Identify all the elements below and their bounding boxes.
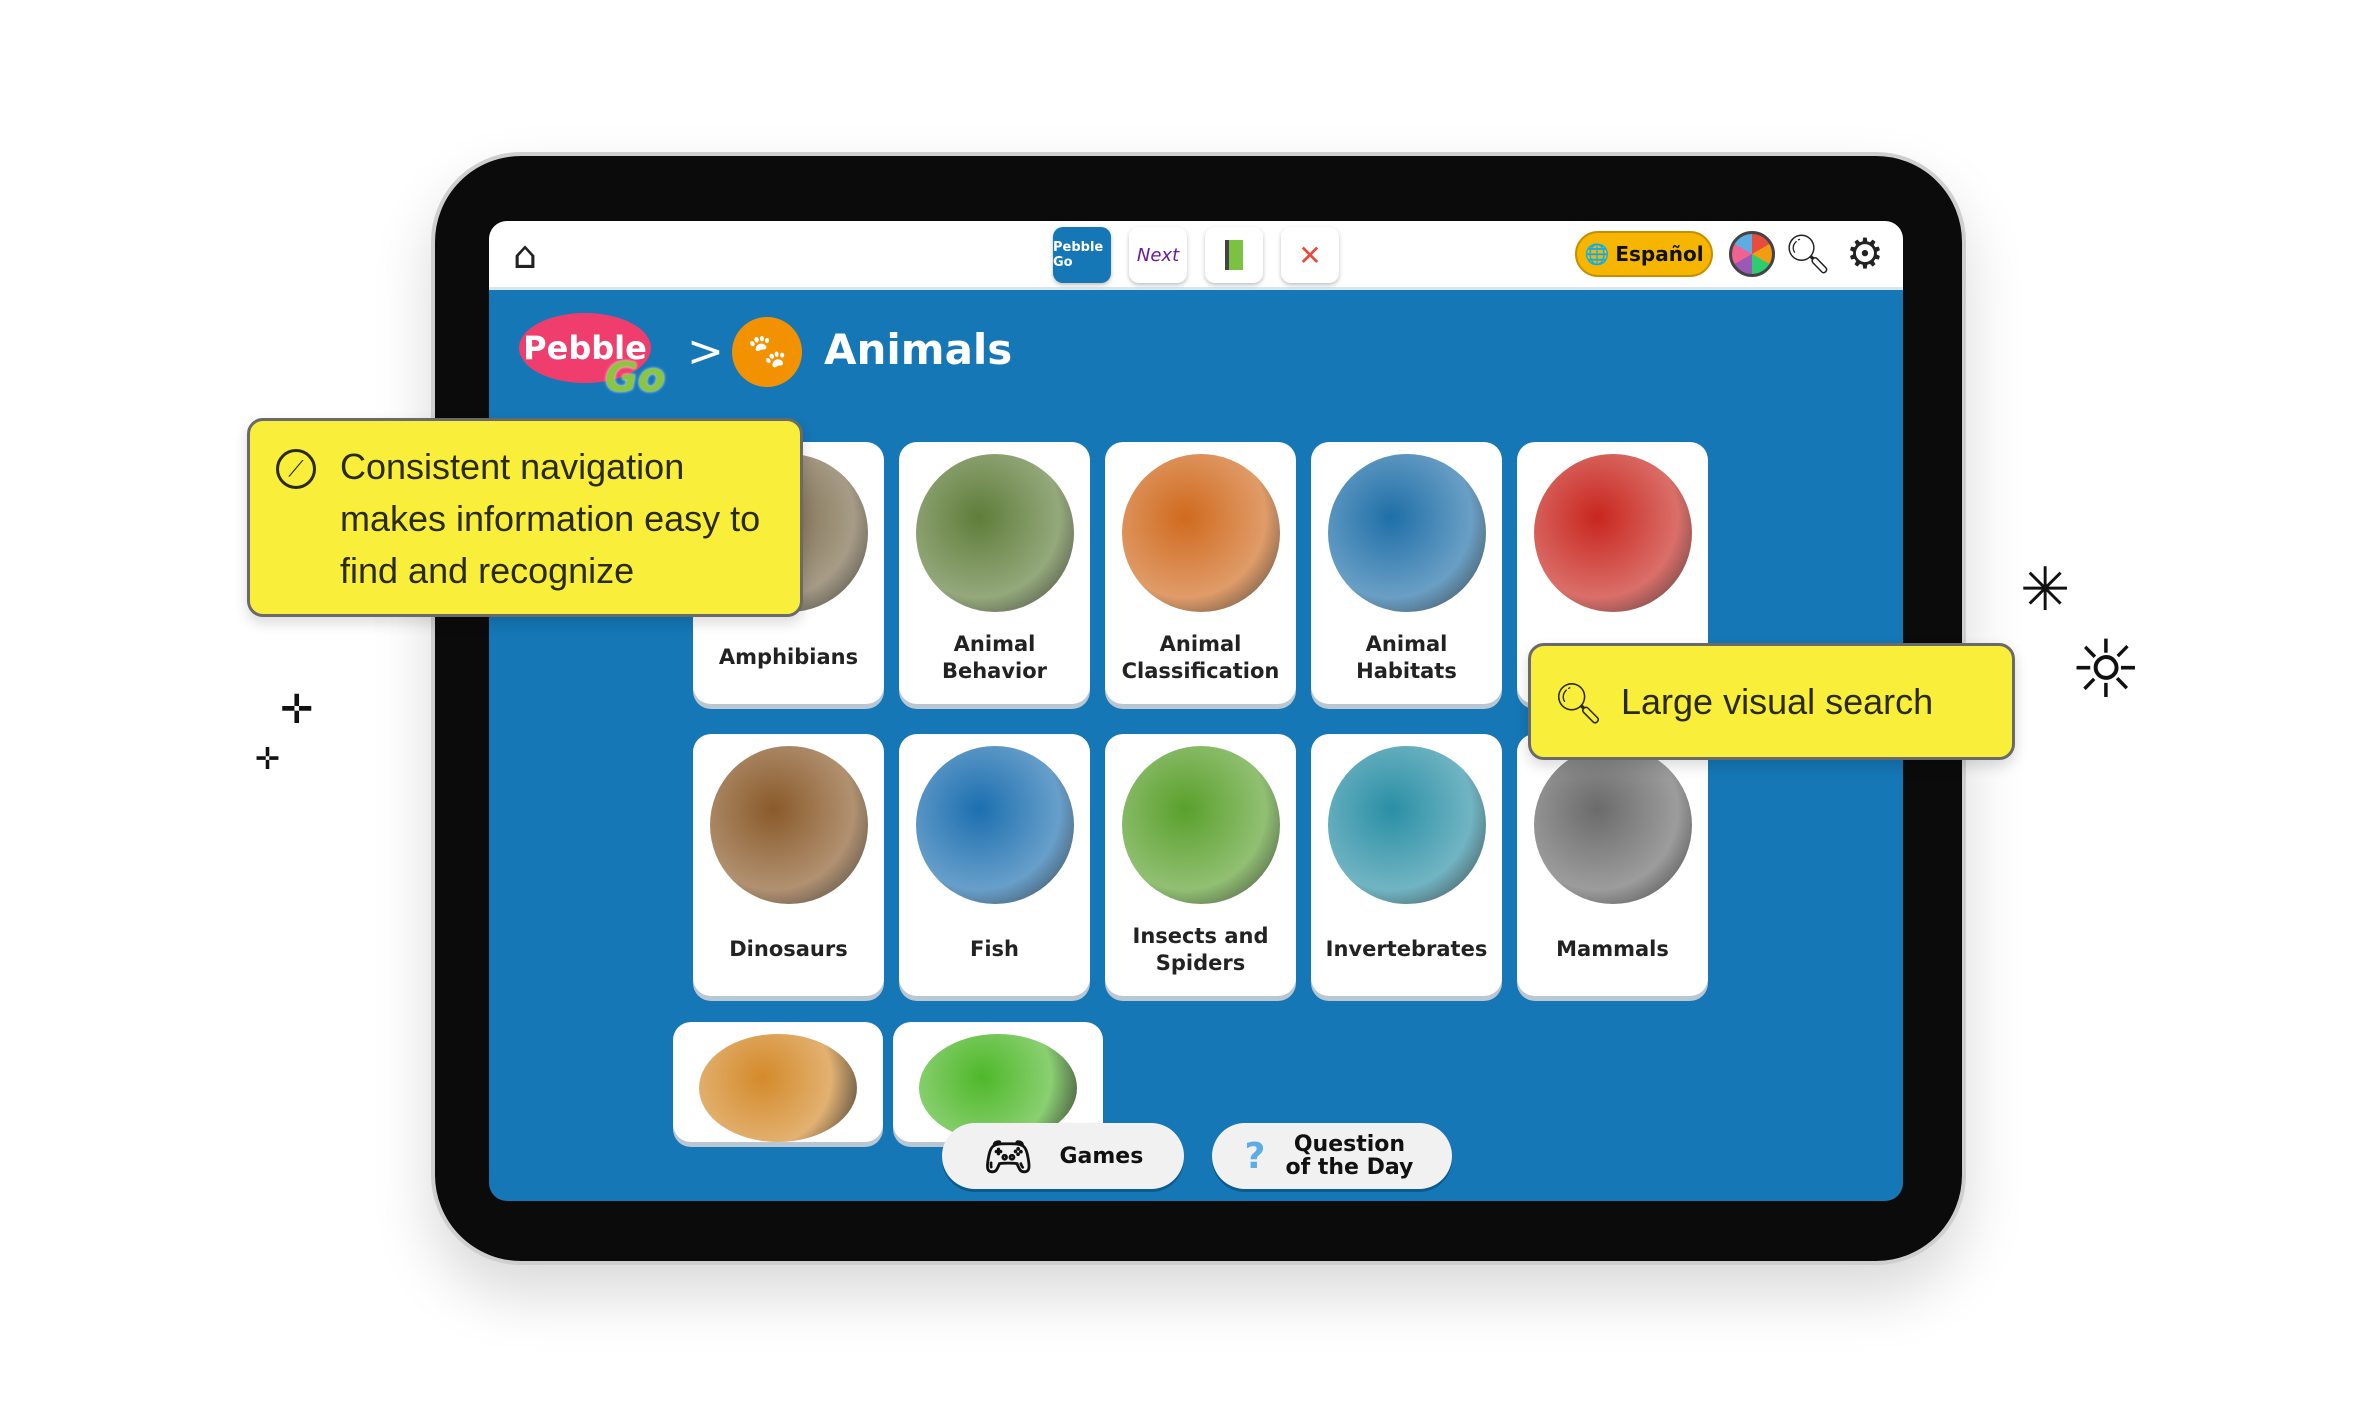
search-icon: 🔍︎ bbox=[1553, 682, 1604, 726]
category-card[interactable]: Mammals bbox=[1517, 734, 1708, 996]
app-pebblego-button[interactable]: Pebble Go bbox=[1053, 227, 1111, 283]
category-card[interactable]: Dinosaurs bbox=[693, 734, 884, 996]
category-card[interactable]: Animal Classification bbox=[1105, 442, 1296, 704]
breadcrumb-separator: > bbox=[687, 326, 724, 377]
question-of-the-day-button[interactable]: ? Question of the Day bbox=[1212, 1123, 1452, 1189]
games-button[interactable]: 🎮︎ Games bbox=[942, 1123, 1184, 1189]
search-callout-text: Large visual search bbox=[1621, 680, 1934, 722]
page-title: Animals bbox=[824, 325, 1013, 374]
category-card[interactable]: Insects and Spiders bbox=[1105, 734, 1296, 996]
pebblego-logo[interactable]: Pebble Go bbox=[519, 313, 665, 403]
category-label: Insects and Spiders bbox=[1132, 923, 1269, 975]
category-label: Animal Behavior bbox=[941, 631, 1048, 683]
category-card[interactable]: Fish bbox=[899, 734, 1090, 996]
games-label: Games bbox=[1059, 1143, 1144, 1169]
sparkle-decoration: ✳ bbox=[2020, 555, 2071, 625]
espanol-label: Español bbox=[1615, 242, 1704, 266]
espanol-button[interactable]: 🌐 Español bbox=[1575, 231, 1713, 277]
category-image bbox=[1533, 454, 1692, 612]
paw-icon: 🐾︎ bbox=[732, 317, 802, 387]
qotd-label: Question of the Day bbox=[1285, 1131, 1414, 1180]
category-card[interactable]: Invertebrates bbox=[1311, 734, 1502, 996]
top-bar: ⌂ Pebble Go Next ✕ 🌐 Español 🔍︎ ⚙ bbox=[489, 221, 1903, 290]
category-label: Animal Classification bbox=[1121, 631, 1280, 683]
category-label: Animal Habitats bbox=[1356, 631, 1457, 683]
category-label: Amphibians bbox=[718, 645, 859, 670]
category-image bbox=[1121, 454, 1280, 612]
category-label: Mammals bbox=[1556, 937, 1669, 962]
navigation-callout-text: Consistent navigation makes information … bbox=[340, 446, 761, 591]
home-icon[interactable]: ⌂ bbox=[503, 233, 547, 277]
category-image bbox=[1533, 746, 1692, 904]
search-callout: 🔍︎ Large visual search bbox=[1528, 643, 2015, 760]
sparkle-decoration: ✛ bbox=[280, 687, 314, 733]
pencil-ruler-icon: ✕ bbox=[1298, 238, 1322, 272]
app-next-button[interactable]: Next bbox=[1129, 227, 1187, 283]
category-image bbox=[915, 454, 1074, 612]
spinner-wheel-icon[interactable] bbox=[1729, 231, 1775, 277]
gamepad-icon: 🎮︎ bbox=[982, 1133, 1034, 1180]
category-label: Invertebrates bbox=[1325, 937, 1488, 962]
gear-icon[interactable]: ⚙ bbox=[1841, 229, 1889, 278]
compass-icon: ⟋ bbox=[276, 449, 316, 489]
category-card[interactable]: Animal Habitats bbox=[1311, 442, 1502, 704]
search-icon[interactable]: 🔍︎ bbox=[1784, 231, 1832, 277]
app-read-button[interactable] bbox=[1205, 227, 1263, 283]
sun-decoration: ☼ bbox=[2070, 623, 2142, 716]
category-card[interactable]: Animal Behavior bbox=[899, 442, 1090, 704]
category-card[interactable] bbox=[673, 1022, 883, 1142]
logo-go-text: Go bbox=[605, 355, 666, 401]
globe-icon: 🌐 bbox=[1584, 242, 1610, 266]
app-create-button[interactable]: ✕ bbox=[1281, 227, 1339, 283]
category-image bbox=[1327, 746, 1486, 904]
sparkle-decoration: ✛ bbox=[255, 742, 281, 777]
category-image bbox=[1327, 454, 1486, 612]
category-label: Dinosaurs bbox=[729, 937, 848, 962]
category-label: Fish bbox=[970, 937, 1019, 962]
category-image bbox=[709, 746, 868, 904]
category-image bbox=[699, 1034, 857, 1142]
navigation-callout: ⟋ Consistent navigation makes informatio… bbox=[247, 418, 803, 617]
question-calendar-icon: ? bbox=[1244, 1135, 1266, 1177]
category-image bbox=[1121, 746, 1280, 904]
book-icon bbox=[1225, 240, 1243, 270]
category-image bbox=[915, 746, 1074, 904]
